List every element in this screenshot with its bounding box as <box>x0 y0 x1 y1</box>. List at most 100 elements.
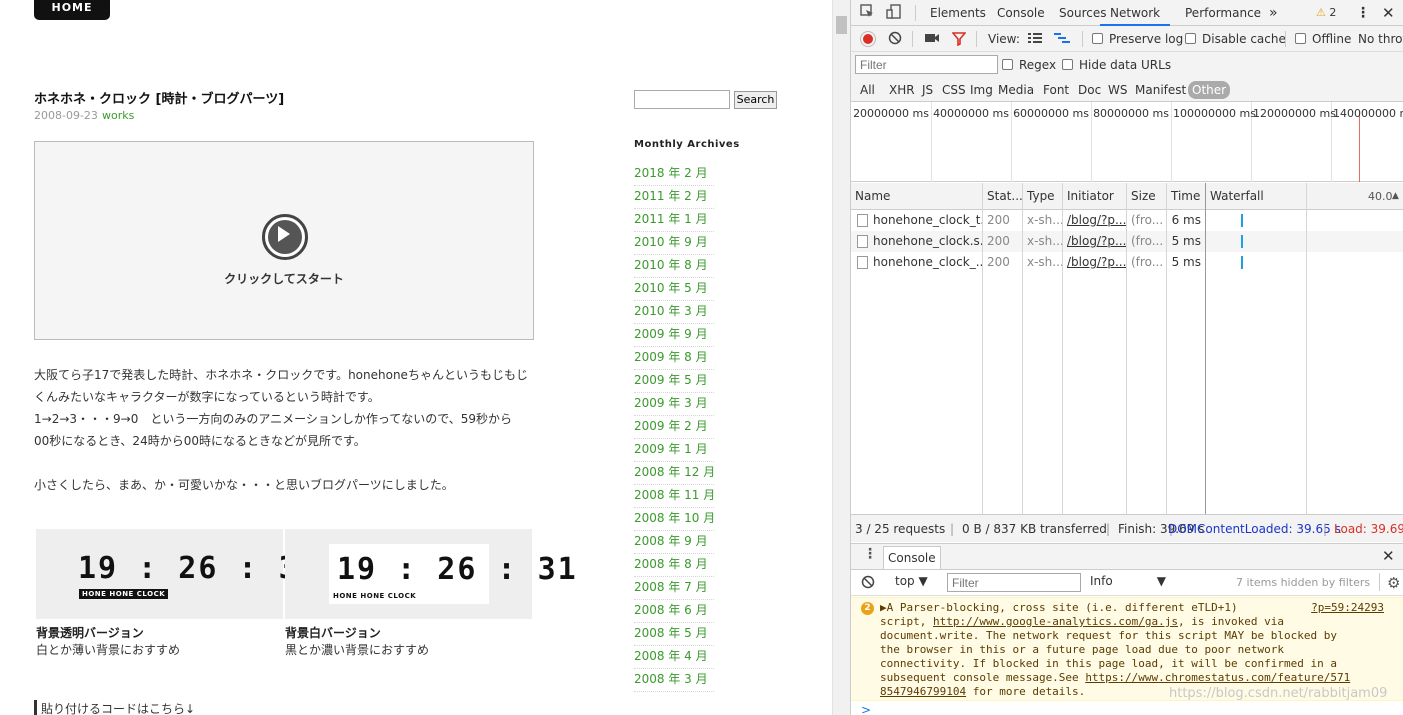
archive-link[interactable]: 2011 年 2 月 <box>634 186 714 209</box>
type-filter-img[interactable]: Img <box>968 81 995 99</box>
chromestatus-link-cont[interactable]: 8547946799104 <box>880 685 966 698</box>
archive-link[interactable]: 2018 年 2 月 <box>634 163 714 186</box>
request-name[interactable]: honehone_clock_t... <box>869 210 982 231</box>
request-initiator[interactable]: /blog/?p... <box>1063 252 1126 273</box>
clear-icon[interactable] <box>888 31 902 49</box>
post-title[interactable]: ホネホネ・クロック [時計・ブログパーツ] <box>34 88 284 107</box>
archive-link[interactable]: 2009 年 9 月 <box>634 324 714 347</box>
console-prompt[interactable]: > <box>861 703 871 715</box>
archive-link[interactable]: 2008 年 7 月 <box>634 577 714 600</box>
regex-checkbox[interactable] <box>1002 59 1013 70</box>
throttle-select[interactable]: No throt <box>1358 26 1403 52</box>
type-filter-xhr[interactable]: XHR <box>887 81 917 99</box>
record-icon[interactable] <box>861 32 875 46</box>
col-name[interactable]: Name <box>851 183 982 210</box>
archive-link[interactable]: 2009 年 3 月 <box>634 393 714 416</box>
search-input[interactable] <box>634 90 730 109</box>
request-initiator[interactable]: /blog/?p... <box>1063 210 1126 231</box>
large-rows-icon[interactable] <box>1028 32 1042 48</box>
type-filter-font[interactable]: Font <box>1041 81 1071 99</box>
sort-ascending-icon[interactable]: ▲ <box>1388 183 1403 210</box>
archive-link[interactable]: 2008 年 12 月 <box>634 462 715 485</box>
log-level-select[interactable]: Info ▼ <box>1090 574 1166 588</box>
type-filter-media[interactable]: Media <box>996 81 1036 99</box>
waterfall-view-icon[interactable] <box>1054 32 1070 48</box>
request-initiator[interactable]: /blog/?p... <box>1063 231 1126 252</box>
col-waterfall[interactable]: Waterfall <box>1206 183 1306 210</box>
network-overview[interactable]: 20000000 ms 40000000 ms 60000000 ms 8000000… <box>851 102 1403 182</box>
network-filter-input[interactable] <box>855 55 998 74</box>
summary-requests: 3 / 25 requests <box>855 522 946 536</box>
archive-link[interactable]: 2010 年 3 月 <box>634 301 714 324</box>
type-filter-manifest[interactable]: Manifest <box>1133 81 1188 99</box>
col-time[interactable]: Time <box>1167 183 1205 210</box>
drawer-tab-console[interactable]: Console <box>883 546 941 569</box>
col-status[interactable]: Stat... <box>983 183 1022 210</box>
load-marker <box>1359 112 1360 182</box>
type-filter-other[interactable]: Other <box>1188 81 1231 99</box>
request-name[interactable]: honehone_clock_... <box>869 252 982 273</box>
archive-link[interactable]: 2009 年 8 月 <box>634 347 714 370</box>
tab-network[interactable]: Network <box>1100 0 1171 26</box>
offline-checkbox[interactable] <box>1295 33 1306 44</box>
archive-link[interactable]: 2010 年 9 月 <box>634 232 714 255</box>
device-toggle-icon[interactable] <box>886 4 902 24</box>
inspect-icon[interactable] <box>860 4 874 22</box>
type-filter-js[interactable]: JS <box>920 81 935 99</box>
archive-link[interactable]: 2008 年 6 月 <box>634 600 714 623</box>
request-type: x-sh... <box>1027 213 1062 227</box>
filter-icon[interactable] <box>951 32 967 50</box>
archive-link[interactable]: 2011 年 1 月 <box>634 209 714 232</box>
type-filter-all[interactable]: All <box>858 81 877 99</box>
archive-link[interactable]: 2010 年 5 月 <box>634 278 714 301</box>
kebab-menu-icon[interactable]: ⋮ <box>1356 0 1370 26</box>
play-icon[interactable] <box>262 214 308 260</box>
request-row[interactable]: honehone_clock_... 200 x-sh.../blog/?p... (… <box>851 252 1403 273</box>
archive-link[interactable]: 2008 年 4 月 <box>634 646 714 669</box>
archive-link[interactable]: 2008 年 9 月 <box>634 531 714 554</box>
close-drawer-icon[interactable]: ✕ <box>1382 547 1395 565</box>
request-status: 200 <box>987 213 1010 227</box>
clear-console-icon[interactable] <box>861 575 875 593</box>
post-category-link[interactable]: works <box>102 109 134 122</box>
archive-link[interactable]: 2008 年 10 月 <box>634 508 715 531</box>
search-button[interactable]: Search <box>734 91 777 109</box>
context-select[interactable]: top ▼ <box>895 574 928 588</box>
request-row[interactable]: honehone_clock.s... 200 x-sh.../blog/?p...… <box>851 231 1403 252</box>
archive-link[interactable]: 2008 年 8 月 <box>634 554 714 577</box>
screenshot-icon[interactable] <box>924 32 940 48</box>
request-name[interactable]: honehone_clock.s... <box>869 231 982 252</box>
archive-link[interactable]: 2009 年 1 月 <box>634 439 714 462</box>
archive-link[interactable]: 2009 年 5 月 <box>634 370 714 393</box>
close-devtools-icon[interactable]: ✕ <box>1382 0 1395 26</box>
hide-data-urls-checkbox[interactable] <box>1062 59 1073 70</box>
archive-link[interactable]: 2009 年 2 月 <box>634 416 714 439</box>
ga-script-link[interactable]: http://www.google-analytics.com/ga.js <box>933 615 1178 628</box>
video-player[interactable]: クリックしてスタート <box>34 141 534 340</box>
col-initiator[interactable]: Initiator <box>1063 183 1126 210</box>
col-size[interactable]: Size <box>1127 183 1166 210</box>
archive-link[interactable]: 2008 年 3 月 <box>634 669 714 692</box>
request-row[interactable]: honehone_clock_t... 200 x-sh.../blog/?p...… <box>851 210 1403 231</box>
tab-performance[interactable]: Performance <box>1185 0 1261 26</box>
console-filter-input[interactable] <box>947 573 1081 592</box>
archive-link[interactable]: 2008 年 11 月 <box>634 485 715 508</box>
home-tab[interactable]: HOME <box>34 0 110 20</box>
more-tabs-icon[interactable]: » <box>1269 0 1278 26</box>
type-filter-css[interactable]: CSS <box>940 81 968 99</box>
chromestatus-link[interactable]: https://www.chromestatus.com/feature/571 <box>1085 671 1350 684</box>
archive-link[interactable]: 2010 年 8 月 <box>634 255 714 278</box>
scrollbar-thumb[interactable] <box>836 16 847 34</box>
console-settings-icon[interactable]: ⚙ <box>1387 574 1400 592</box>
archive-link[interactable]: 2008 年 5 月 <box>634 623 714 646</box>
tab-elements[interactable]: Elements <box>930 0 986 26</box>
type-filter-doc[interactable]: Doc <box>1076 81 1103 99</box>
preserve-log-checkbox[interactable] <box>1092 33 1103 44</box>
disable-cache-checkbox[interactable] <box>1185 33 1196 44</box>
type-filter-ws[interactable]: WS <box>1106 81 1129 99</box>
drawer-menu-icon[interactable]: ⋮ <box>863 546 877 562</box>
warning-counter[interactable]: ⚠ 2 <box>1316 0 1336 26</box>
page-scrollbar[interactable] <box>832 0 850 715</box>
col-type[interactable]: Type <box>1023 183 1062 210</box>
tab-console[interactable]: Console <box>997 0 1045 26</box>
